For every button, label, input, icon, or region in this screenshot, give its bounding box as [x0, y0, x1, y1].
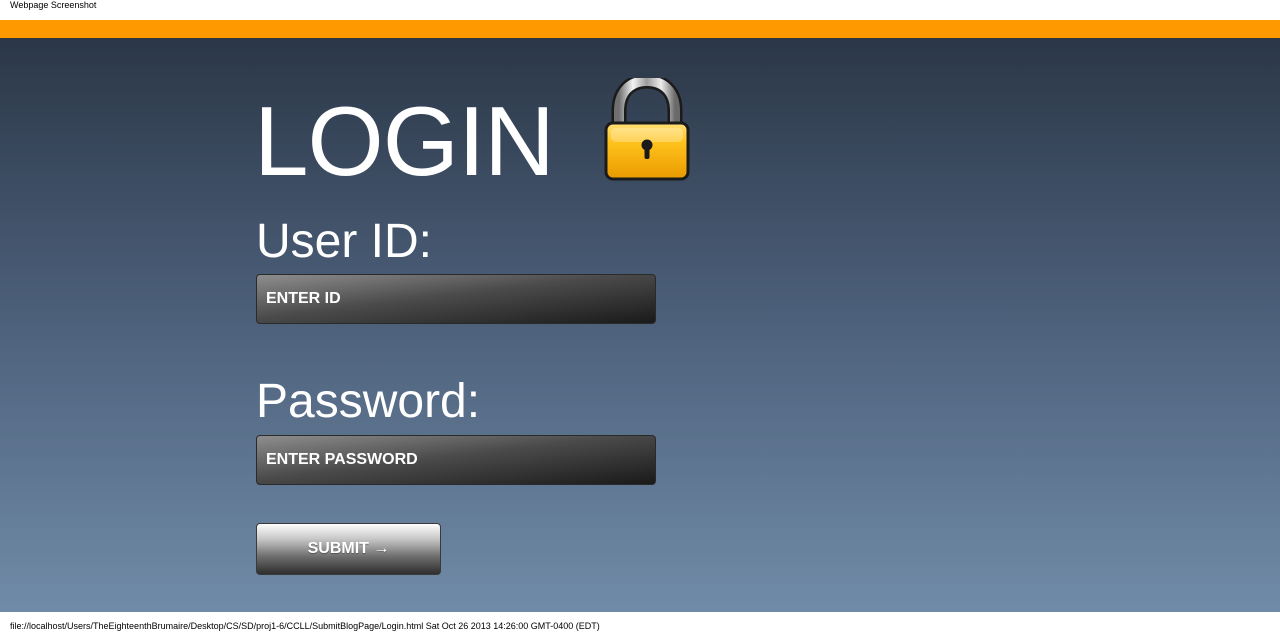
password-label: Password: [256, 375, 481, 428]
page-title: LOGIN [254, 86, 555, 196]
capture-header: Webpage Screenshot [0, 0, 1280, 20]
submit-button[interactable]: SUBMIT → [256, 523, 441, 575]
user-id-label: User ID: [256, 215, 433, 268]
user-id-input[interactable] [256, 274, 656, 324]
password-input[interactable] [256, 435, 656, 485]
login-page: LOGIN User ID: Password: SUBMIT → [0, 38, 1280, 612]
lock-icon [604, 78, 690, 181]
top-accent-bar [0, 20, 1280, 38]
capture-header-text: Webpage Screenshot [10, 0, 97, 10]
capture-footer: file://localhost/Users/TheEighteenthBrum… [0, 612, 1280, 632]
capture-footer-text: file://localhost/Users/TheEighteenthBrum… [10, 621, 600, 631]
